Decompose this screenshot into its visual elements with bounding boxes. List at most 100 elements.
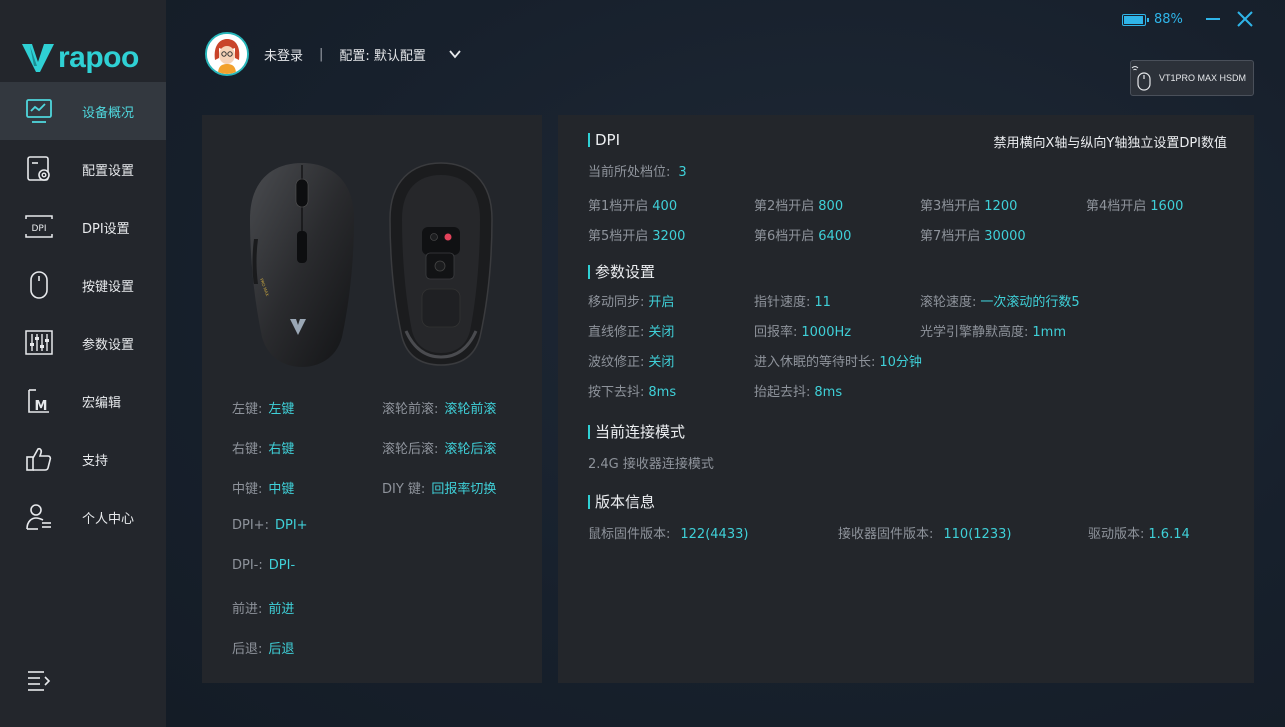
chevron-down-icon[interactable]: [448, 47, 462, 61]
sidebar-item-label: 按键设置: [82, 279, 135, 295]
dpi-section-title: DPI: [588, 131, 620, 149]
label: 回报率:: [754, 325, 798, 340]
key-mapping-middle-button[interactable]: 中键: 中键: [232, 478, 294, 497]
key-label: 后退:: [232, 642, 263, 657]
value: 1.6.14: [1148, 527, 1190, 542]
collapse-menu-icon[interactable]: [26, 668, 52, 692]
label: 移动同步:: [588, 295, 645, 310]
key-mapping-left-button[interactable]: 左键: 左键: [232, 398, 294, 417]
version-section-title: 版本信息: [588, 491, 655, 512]
key-value: 滚轮后滚: [444, 442, 497, 457]
param-scroll-speed: 滚轮速度: 一次滚动的行数5: [920, 291, 1080, 310]
sidebar-item-label: 宏编辑: [82, 395, 122, 411]
label: 鼠标固件版本:: [588, 527, 671, 542]
key-mapping-forward[interactable]: 前进: 前进: [232, 598, 294, 617]
value: 关闭: [648, 325, 675, 340]
key-label: DPI-:: [232, 558, 263, 573]
param-release-debounce: 抬起去抖: 8ms: [754, 381, 842, 400]
value: 开启: [648, 295, 675, 310]
device-selector[interactable]: VT1PRO MAX HSDM: [1130, 60, 1254, 96]
value: 400: [652, 199, 678, 214]
value: 1200: [984, 199, 1018, 214]
key-value: 中键: [268, 482, 295, 497]
key-mapping-scroll-down[interactable]: 滚轮后滚: 滚轮后滚: [382, 438, 496, 457]
label: 第2档开启: [754, 199, 815, 214]
key-mapping-scroll-up[interactable]: 滚轮前滚: 滚轮前滚: [382, 398, 496, 417]
param-press-debounce: 按下去抖: 8ms: [588, 381, 676, 400]
key-label: 滚轮前滚:: [382, 402, 439, 417]
sidebar-item-buttons[interactable]: 按键设置: [0, 256, 166, 314]
mouse-top-view-image: PRO MAX: [250, 163, 354, 367]
param-angle-snapping: 直线修正: 关闭: [588, 321, 674, 340]
label: 按下去抖:: [588, 385, 645, 400]
value: 关闭: [648, 355, 675, 370]
battery-percent: 88%: [1154, 12, 1183, 27]
sidebar-item-macro[interactable]: M 宏编辑: [0, 372, 166, 430]
separator: |: [319, 46, 324, 62]
sidebar: rapoo 设备概况 配置设置 DPI DPI设置 按键设置 参数设置 M 宏编…: [0, 0, 166, 727]
sidebar-item-label: 配置设置: [82, 163, 135, 179]
key-label: 左键:: [232, 402, 263, 417]
value: 1600: [1150, 199, 1184, 214]
config-gear-icon: [27, 156, 50, 181]
avatar[interactable]: [205, 32, 249, 76]
param-motion-sync: 移动同步: 开启: [588, 291, 674, 310]
dpi-xy-independent-toggle[interactable]: 禁用横向X轴与纵向Y轴独立设置DPI数值: [993, 132, 1227, 151]
minimize-icon[interactable]: [1204, 10, 1222, 28]
value: 122(4433): [680, 527, 749, 542]
param-sleep-timeout: 进入休眠的等待时长: 10分钟: [754, 351, 922, 370]
key-mapping-dpi-minus[interactable]: DPI-: DPI-: [232, 558, 295, 573]
connection-section-title: 当前连接模式: [588, 421, 685, 442]
label: 进入休眠的等待时长:: [754, 355, 876, 370]
label: 第1档开启: [588, 199, 649, 214]
key-mapping-right-button[interactable]: 右键: 右键: [232, 438, 294, 457]
sidebar-item-overview[interactable]: 设备概况: [0, 82, 166, 140]
param-pointer-speed: 指针速度: 11: [754, 291, 831, 310]
mouse-bottom-view-image: [389, 162, 493, 366]
sidebar-item-support[interactable]: 支持: [0, 430, 166, 488]
key-value: 右键: [268, 442, 295, 457]
sidebar-item-label: DPI设置: [82, 221, 130, 237]
key-label: 滚轮后滚:: [382, 442, 439, 457]
dpi-level-4: 第4档开启 1600: [1086, 195, 1183, 214]
value: 6400: [818, 229, 852, 244]
value: 3200: [652, 229, 686, 244]
label: 第3档开启: [920, 199, 981, 214]
driver-version: 驱动版本: 1.6.14: [1088, 523, 1190, 542]
mouse-icon: [30, 271, 48, 299]
key-label: DIY 键:: [382, 482, 426, 497]
profile-select-label[interactable]: 配置: 默认配置: [339, 45, 426, 64]
sidebar-item-config[interactable]: 配置设置: [0, 140, 166, 198]
dpi-level-2: 第2档开启 800: [754, 195, 843, 214]
dpi-level-1: 第1档开启 400: [588, 195, 677, 214]
params-section-title: 参数设置: [588, 261, 655, 282]
sidebar-item-profile[interactable]: 个人中心: [0, 488, 166, 546]
user-bar: 未登录 | 配置: 默认配置: [205, 32, 462, 76]
sidebar-item-label: 支持: [82, 453, 109, 469]
monitor-chart-icon: [26, 99, 52, 123]
sidebar-item-dpi[interactable]: DPI DPI设置: [0, 198, 166, 256]
label: 当前所处档位:: [588, 165, 671, 180]
key-mapping-back[interactable]: 后退: 后退: [232, 638, 294, 657]
sidebar-item-params[interactable]: 参数设置: [0, 314, 166, 372]
sidebar-item-label: 参数设置: [82, 337, 135, 353]
key-label: 右键:: [232, 442, 263, 457]
mouse-firmware-version: 鼠标固件版本: 122(4433): [588, 523, 748, 542]
value: 11: [814, 295, 831, 310]
macro-icon: M: [28, 389, 49, 414]
key-value: 后退: [268, 642, 295, 657]
key-mapping-dpi-plus[interactable]: DPI+: DPI+: [232, 518, 308, 533]
key-value: 前进: [268, 602, 295, 617]
device-name: VT1PRO MAX HSDM: [1159, 73, 1247, 83]
label: 指针速度:: [754, 295, 811, 310]
sidebar-item-label: 个人中心: [82, 511, 135, 527]
label: 驱动版本:: [1088, 527, 1145, 542]
dpi-icon: DPI: [25, 215, 53, 238]
close-icon[interactable]: [1236, 10, 1254, 28]
key-value: 滚轮前滚: [444, 402, 497, 417]
value: 一次滚动的行数5: [980, 295, 1080, 310]
value: 1000Hz: [801, 325, 852, 340]
value: 110(1233): [943, 527, 1012, 542]
user-name[interactable]: 未登录: [264, 45, 303, 64]
key-mapping-diy[interactable]: DIY 键: 回报率切换: [382, 478, 496, 497]
